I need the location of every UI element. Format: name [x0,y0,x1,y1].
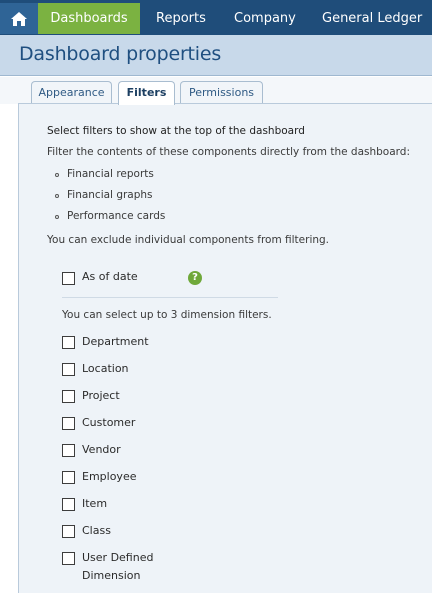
project-checkbox[interactable] [62,390,75,403]
nav-item-general-ledger[interactable]: General Ledger [322,3,422,34]
component-item: Financial graphs [67,189,153,201]
bullet-icon [55,194,59,198]
filters-description: Filter the contents of these components … [47,146,410,158]
home-button[interactable] [0,3,38,34]
dimension-note: You can select up to 3 dimension filters… [62,309,272,321]
home-icon [11,11,27,26]
as-of-date-label: As of date [82,270,138,283]
exclude-note: You can exclude individual components fr… [47,234,330,246]
nav-item-reports[interactable]: Reports [156,3,206,34]
filters-heading: Select filters to show at the top of the… [47,125,305,137]
class-checkbox[interactable] [62,525,75,538]
tab-filters[interactable]: Filters [118,81,175,105]
location-label: Location [82,362,129,375]
vendor-label: Vendor [82,443,121,456]
nav-item-company[interactable]: Company [234,3,296,34]
component-item: Financial reports [67,168,154,180]
employee-checkbox[interactable] [62,471,75,484]
tab-permissions[interactable]: Permissions [180,81,263,104]
project-label: Project [82,389,120,402]
user-defined-dimension-label-line2: Dimension [82,569,141,582]
title-bar: Dashboard properties [0,35,432,76]
item-checkbox[interactable] [62,498,75,511]
top-navigation: Dashboards Reports Company General Ledge… [0,0,432,35]
employee-label: Employee [82,470,137,483]
user-defined-dimension-checkbox[interactable] [62,552,75,565]
page-title: Dashboard properties [19,43,222,65]
department-label: Department [82,335,149,348]
help-icon[interactable]: ? [188,271,202,285]
as-of-date-checkbox[interactable] [62,272,75,285]
location-checkbox[interactable] [62,363,75,376]
item-label: Item [82,497,108,510]
class-label: Class [82,524,111,537]
divider [62,297,278,298]
customer-checkbox[interactable] [62,417,75,430]
component-item: Performance cards [67,210,166,222]
customer-label: Customer [82,416,136,429]
department-checkbox[interactable] [62,336,75,349]
tab-bar: Appearance Filters Permissions [0,77,432,105]
user-defined-dimension-label: User Defined [82,551,154,564]
nav-item-dashboards[interactable]: Dashboards [38,3,140,34]
tab-appearance[interactable]: Appearance [31,81,112,104]
vendor-checkbox[interactable] [62,444,75,457]
bullet-icon [55,173,59,177]
bullet-icon [55,215,59,219]
